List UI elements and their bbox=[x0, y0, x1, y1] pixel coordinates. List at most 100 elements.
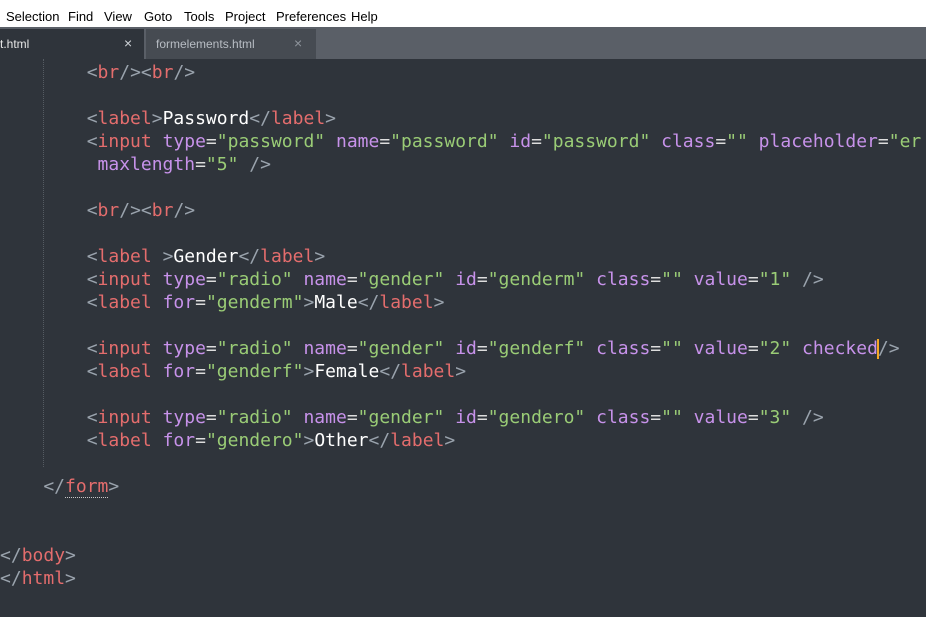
code-line[interactable]: maxlength="5" /> bbox=[0, 153, 271, 176]
code-line[interactable]: <input type="radio" name="gender" id="ge… bbox=[0, 337, 900, 360]
code-token: "radio" bbox=[216, 338, 293, 359]
menu-find[interactable]: Find bbox=[68, 9, 93, 24]
code-token: > bbox=[65, 568, 76, 589]
code-token: label bbox=[270, 108, 326, 129]
code-token: < bbox=[0, 292, 98, 313]
code-token: type bbox=[151, 269, 206, 290]
code-token: = bbox=[379, 131, 391, 152]
code-token: = bbox=[346, 338, 358, 359]
code-token: Female bbox=[314, 361, 380, 382]
code-line[interactable]: <br/><br/> bbox=[0, 61, 195, 84]
tab-t-html[interactable]: t.html × bbox=[0, 29, 144, 59]
code-token: class bbox=[585, 338, 651, 359]
menu-help[interactable]: Help bbox=[351, 9, 378, 24]
code-token: label bbox=[379, 292, 434, 313]
code-line[interactable]: </form> bbox=[0, 475, 119, 498]
code-token: type bbox=[151, 338, 206, 359]
code-token: = bbox=[650, 269, 662, 290]
code-token: = bbox=[476, 407, 488, 428]
code-token: </ bbox=[249, 108, 271, 129]
code-token: > bbox=[108, 476, 120, 497]
code-token: > bbox=[314, 246, 326, 267]
code-token: />< bbox=[119, 200, 152, 221]
code-token: "password" bbox=[390, 131, 499, 152]
code-token: "genderf" bbox=[205, 361, 304, 382]
code-token: "gendero" bbox=[205, 430, 304, 451]
code-token: = bbox=[531, 131, 542, 152]
code-token: label bbox=[401, 361, 456, 382]
code-line[interactable]: <label for="gendero">Other</label> bbox=[0, 429, 456, 452]
code-token: /> bbox=[173, 200, 196, 221]
code-token: Gender bbox=[173, 246, 239, 267]
code-token: "gendero" bbox=[487, 407, 586, 428]
menu-preferences[interactable]: Preferences bbox=[276, 9, 346, 24]
code-token: > bbox=[303, 361, 315, 382]
code-editor[interactable]: <br/><br/> <label>Password</label> <inpu… bbox=[0, 59, 926, 617]
code-token: > bbox=[303, 430, 315, 451]
code-line[interactable]: <label>Password</label> bbox=[0, 107, 336, 130]
tab-label: formelements.html bbox=[156, 37, 255, 51]
code-token: Other bbox=[314, 430, 369, 451]
tab-label: t.html bbox=[0, 37, 30, 51]
code-token: "genderf" bbox=[487, 338, 586, 359]
code-line[interactable]: <input type="radio" name="gender" id="ge… bbox=[0, 406, 824, 429]
code-token: "er bbox=[888, 131, 922, 152]
menu-selection[interactable]: Selection bbox=[6, 9, 59, 24]
code-token: </ bbox=[0, 545, 22, 566]
code-token: for bbox=[151, 292, 196, 313]
code-token: = bbox=[205, 407, 217, 428]
code-token: "" bbox=[661, 269, 683, 290]
code-line[interactable]: <br/><br/> bbox=[0, 199, 195, 222]
code-token: "" bbox=[661, 338, 683, 359]
code-token: </ bbox=[0, 568, 22, 589]
code-token: /> bbox=[173, 62, 196, 83]
code-token: name bbox=[292, 407, 347, 428]
code-token: = bbox=[205, 338, 217, 359]
code-token: "genderm" bbox=[487, 269, 586, 290]
code-token: "radio" bbox=[216, 269, 293, 290]
close-icon[interactable]: × bbox=[294, 35, 302, 51]
code-line[interactable]: </html> bbox=[0, 567, 76, 590]
code-token: id bbox=[444, 407, 477, 428]
code-token: > bbox=[325, 108, 336, 129]
code-token: />< bbox=[119, 62, 152, 83]
code-token: type bbox=[151, 131, 206, 152]
code-token: = bbox=[195, 361, 206, 382]
close-icon[interactable]: × bbox=[124, 35, 132, 51]
code-line[interactable]: <input type="password" name="password" i… bbox=[0, 130, 922, 153]
code-token: > bbox=[303, 292, 315, 313]
code-token: = bbox=[195, 154, 206, 175]
code-token: value bbox=[682, 338, 748, 359]
code-token: "3" bbox=[758, 407, 792, 428]
code-token: label bbox=[97, 361, 152, 382]
code-token: br bbox=[151, 200, 174, 221]
code-line[interactable]: <label for="genderm">Male</label> bbox=[0, 291, 445, 314]
code-token: < bbox=[0, 131, 98, 152]
code-token: = bbox=[476, 338, 488, 359]
code-token: = bbox=[195, 292, 206, 313]
code-token: form bbox=[65, 476, 109, 498]
menu-goto[interactable]: Goto bbox=[144, 9, 172, 24]
code-token: = bbox=[195, 430, 206, 451]
code-line[interactable]: <input type="radio" name="gender" id="ge… bbox=[0, 268, 824, 291]
code-token: = bbox=[877, 131, 889, 152]
code-token: label bbox=[97, 292, 152, 313]
code-line[interactable]: <label >Gender</label> bbox=[0, 245, 325, 268]
code-token: html bbox=[21, 568, 66, 589]
code-token: "" bbox=[661, 407, 683, 428]
code-line[interactable]: </body> bbox=[0, 544, 76, 567]
code-token: id bbox=[498, 131, 532, 152]
menu-view[interactable]: View bbox=[104, 9, 132, 24]
code-token: "gender" bbox=[357, 407, 445, 428]
code-token: </ bbox=[368, 430, 391, 451]
code-token: = bbox=[650, 407, 662, 428]
code-line[interactable]: <label for="genderf">Female</label> bbox=[0, 360, 466, 383]
code-token: < bbox=[0, 246, 98, 267]
menu-tools[interactable]: Tools bbox=[184, 9, 214, 24]
code-token: name bbox=[292, 269, 347, 290]
code-token: > bbox=[151, 246, 174, 267]
code-token: name bbox=[292, 338, 347, 359]
code-token: /> bbox=[791, 407, 824, 428]
menu-project[interactable]: Project bbox=[225, 9, 265, 24]
tab-formelements-html[interactable]: formelements.html × bbox=[146, 29, 316, 59]
